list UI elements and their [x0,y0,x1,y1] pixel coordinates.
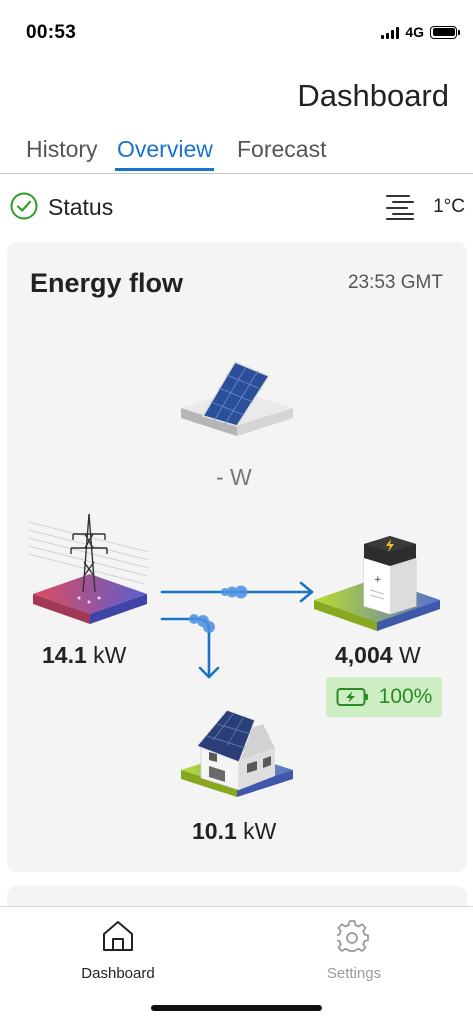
check-circle-icon [10,192,38,220]
house-consumption-unit: kW [243,818,277,844]
nav-settings-label: Settings [326,965,382,982]
battery-power-value: 4,004 [335,642,393,668]
tab-overview[interactable]: Overview [117,136,213,171]
battery-icon [430,25,460,39]
battery-power-unit: W [398,642,421,668]
house-icon [181,709,293,797]
solar-panel-icon [181,360,293,436]
battery-soc: 100% [378,685,433,708]
tab-forecast[interactable]: Forecast [237,136,326,171]
nav-settings[interactable]: Settings [294,919,414,982]
tab-history[interactable]: History [26,136,98,171]
status-row[interactable]: Status 1°C [0,186,473,230]
home-icon [103,921,133,951]
gear-icon [337,920,369,952]
grid-power-unit: kW [93,642,127,668]
page-title: Dashboard [297,78,449,113]
house-consumption: 10.1 kW [192,818,276,845]
fog-icon [386,195,414,220]
network-type: 4G [405,24,424,40]
battery-soc-badge: 100% [326,677,442,717]
status-label: Status [48,194,114,220]
flow-arrows [160,581,314,679]
nav-dashboard[interactable]: Dashboard [58,919,178,982]
home-indicator [151,1005,322,1011]
pv-power: - W [216,464,252,490]
card-title: Energy flow [30,268,184,298]
house-consumption-value: 10.1 [192,818,237,844]
energy-flow-card: Energy flow 23:53 GMT - W 14.1 kW + 4,00… [7,242,467,872]
grid-power: 14.1 kW [42,642,126,669]
temperature: 1°C [433,196,465,217]
nav-dashboard-label: Dashboard [81,965,155,982]
tab-bar: History Overview Forecast [0,134,473,174]
svg-text:+: + [374,575,382,585]
home-battery-icon: + [314,536,440,631]
active-tab-indicator [115,168,214,171]
battery-power: 4,004 W [335,642,421,669]
timestamp: 23:53 GMT [347,272,443,293]
signal-icon [381,26,400,39]
grid-power-value: 14.1 [42,642,87,668]
status-bar: 00:53 4G [0,0,473,60]
power-pylon-icon [29,513,150,624]
battery-charging-icon [336,688,368,706]
clock: 00:53 [26,22,77,43]
